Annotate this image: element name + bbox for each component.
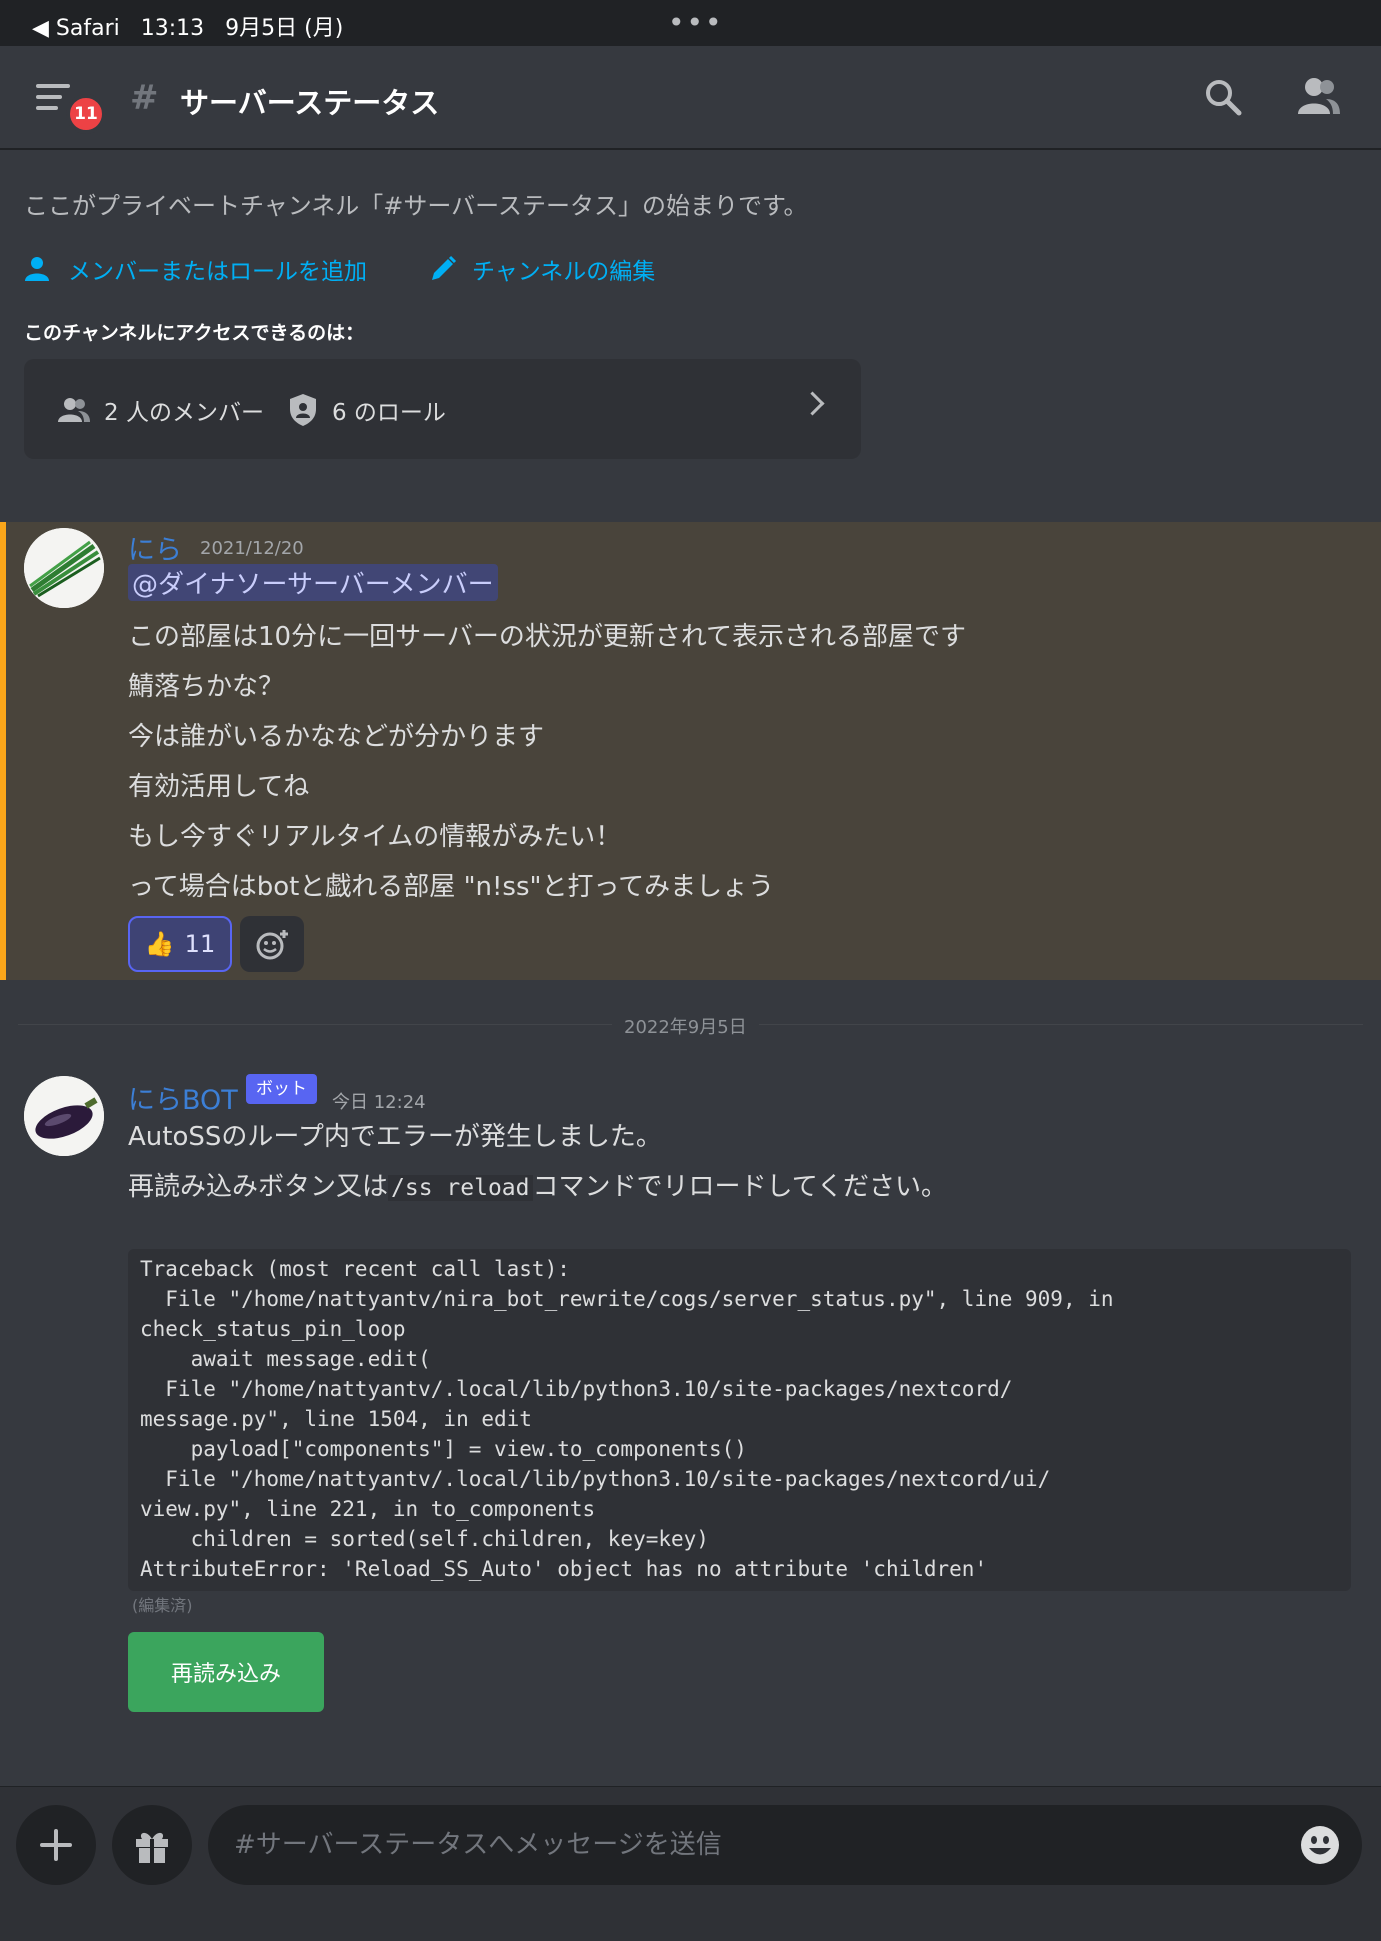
status-time: 13:13: [140, 16, 205, 41]
message-line: 有効活用してね: [128, 772, 310, 802]
message-line: もし今すぐリアルタイムの情報がみたい！: [128, 822, 622, 852]
access-label: このチャンネルにアクセスできるのは：: [24, 322, 365, 344]
multitask-dots[interactable]: •••: [668, 6, 724, 39]
emoji-icon[interactable]: [1300, 1825, 1340, 1865]
message-line: この部屋は10分に一回サーバーの状況が更新されて表示される部屋です: [128, 622, 967, 652]
message-line: AutoSSのループ内でエラーが発生しました。: [128, 1122, 662, 1152]
menu-icon[interactable]: [36, 84, 70, 110]
line-suffix: コマンドでリロードしてください。: [532, 1172, 947, 1202]
chives-avatar-image: [24, 528, 104, 608]
members-icon: [58, 398, 90, 422]
avatar-nirabot[interactable]: [24, 1076, 104, 1156]
channel-access-card[interactable]: 2 人のメンバー 6 のロール: [24, 359, 861, 459]
reload-button[interactable]: 再読み込み: [128, 1632, 324, 1712]
edited-label: (編集済): [132, 1596, 193, 1615]
person-add-icon: [25, 257, 49, 281]
gift-button[interactable]: [112, 1805, 192, 1885]
edit-channel-link[interactable]: チャンネルの編集: [428, 252, 655, 286]
member-list-icon[interactable]: [1296, 76, 1340, 116]
message-line: って場合はbotと戯れる部屋 "n!ss"と打ってみましょう: [128, 872, 775, 902]
thumbs-up-icon: 👍: [144, 930, 175, 958]
back-to-safari[interactable]: ◀ Safari: [32, 16, 120, 41]
ios-status-bar: ◀ Safari 13:13 9月5日 (月) •••: [0, 0, 1381, 46]
date-divider: 2022年9月5日: [612, 1013, 759, 1039]
plus-icon: [40, 1829, 72, 1861]
search-icon[interactable]: [1204, 78, 1242, 116]
inline-code: /ss reload: [388, 1175, 533, 1201]
welcome-intro: ここがプライベートチャンネル「#サーバーステータス」の始まりです。: [24, 192, 808, 220]
message-author[interactable]: にらBOT: [128, 1078, 238, 1117]
add-reaction-icon: [256, 930, 288, 960]
message-input[interactable]: [208, 1805, 1362, 1885]
shield-icon: [289, 394, 316, 426]
traceback-codeblock: Traceback (most recent call last): File …: [128, 1249, 1351, 1591]
attach-button[interactable]: [16, 1805, 96, 1885]
traceback-text: Traceback (most recent call last): File …: [140, 1257, 1114, 1581]
message-line: 今は誰がいるかななどが分かります: [128, 722, 545, 752]
avatar-nira[interactable]: [24, 528, 104, 608]
channel-title[interactable]: サーバーステータス: [180, 80, 439, 122]
edit-channel-label: チャンネルの編集: [472, 259, 656, 285]
hash-lock-icon: #: [130, 78, 159, 118]
message-author[interactable]: にら: [128, 528, 182, 567]
member-count: 2 人のメンバー: [104, 400, 264, 426]
message-line: 再読み込みボタン又は/ss reload コマンドでリロードしてください。: [128, 1166, 947, 1203]
unread-badge: 11: [66, 94, 106, 134]
message-timestamp: 今日 12:24: [332, 1092, 426, 1113]
pencil-icon: [432, 255, 457, 280]
message-composer: [0, 1786, 1381, 1941]
add-members-label: メンバーまたはロールを追加: [68, 259, 367, 285]
bot-tag: ボット: [246, 1074, 317, 1104]
line-prefix: 再読み込みボタン又は: [128, 1172, 389, 1202]
status-left: ◀ Safari 13:13 9月5日 (月): [32, 10, 343, 42]
message-line: 鯖落ちかな？: [128, 672, 285, 702]
role-count: 6 のロール: [331, 400, 446, 426]
status-date: 9月5日 (月): [225, 16, 344, 41]
thumbs-up-reaction[interactable]: 👍 11: [128, 916, 232, 972]
role-mention[interactable]: @ダイナソーサーバーメンバー: [128, 564, 498, 601]
chevron-right-icon: [800, 391, 825, 416]
gift-icon: [136, 1832, 168, 1863]
channel-header: 11 # サーバーステータス: [0, 46, 1381, 150]
reaction-count: 11: [184, 930, 216, 958]
eggplant-avatar-image: [24, 1076, 104, 1156]
add-members-link[interactable]: メンバーまたはロールを追加: [24, 252, 367, 286]
message-timestamp: 2021/12/20: [200, 538, 304, 559]
add-reaction-button[interactable]: [240, 916, 304, 972]
